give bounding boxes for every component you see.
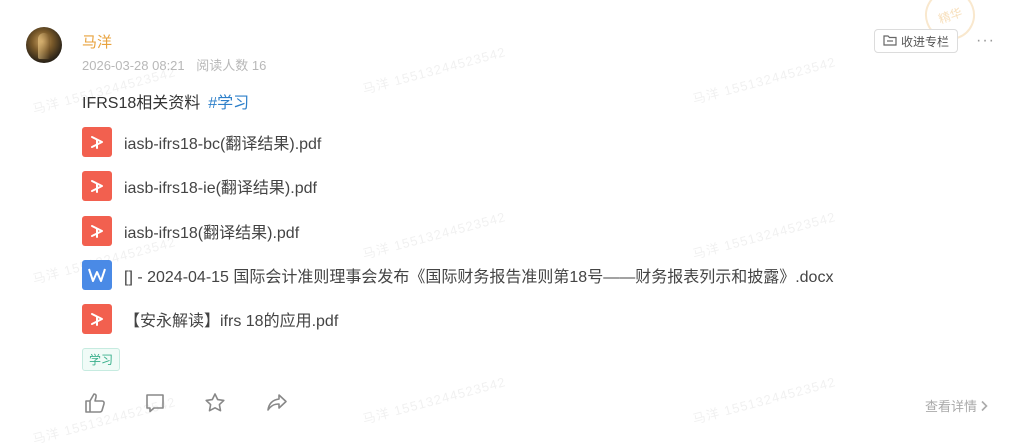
attachment-name[interactable]: iasb-ifrs18-bc(翻译结果).pdf — [124, 130, 321, 154]
watermark: 马洋 15513244523542 — [360, 209, 508, 262]
attachment-item[interactable]: iasb-ifrs18(翻译结果).pdf — [82, 216, 299, 246]
pdf-icon — [82, 127, 112, 157]
attachment-name[interactable]: iasb-ifrs18-ie(翻译结果).pdf — [124, 174, 317, 198]
collect-to-column-button[interactable]: 收进专栏 — [874, 29, 959, 53]
attachment-name[interactable]: iasb-ifrs18(翻译结果).pdf — [124, 219, 299, 243]
post-title: IFRS18相关资料 #学习 — [82, 89, 249, 113]
comment-icon — [146, 394, 164, 413]
folder-icon — [883, 34, 897, 49]
attachment-name[interactable]: [] - 2024-04-15 国际会计准则理事会发布《国际财务报告准则第18号… — [124, 263, 833, 287]
attachment-item[interactable]: iasb-ifrs18-bc(翻译结果).pdf — [82, 127, 321, 157]
star-icon — [205, 393, 225, 412]
watermark: 马洋 15513244523542 — [690, 54, 838, 107]
word-doc-icon — [82, 260, 112, 290]
pdf-icon — [82, 216, 112, 246]
attachment-item[interactable]: 【安永解读】ifrs 18的应用.pdf — [82, 304, 338, 334]
attachment-item[interactable]: iasb-ifrs18-ie(翻译结果).pdf — [82, 171, 317, 201]
avatar[interactable] — [26, 27, 62, 63]
topic-tag[interactable]: #学习 — [208, 95, 249, 112]
post-title-text: IFRS18相关资料 — [82, 95, 201, 112]
share-button[interactable] — [264, 390, 290, 416]
chevron-right-icon — [981, 400, 988, 411]
watermark: 马洋 15513244523542 — [360, 374, 508, 427]
pdf-icon — [82, 304, 112, 334]
tag-chip[interactable]: 学习 — [82, 348, 121, 371]
favorite-button[interactable] — [202, 390, 228, 416]
comment-button[interactable] — [142, 390, 168, 416]
author-name[interactable]: 马洋 — [82, 31, 112, 52]
details-label: 查看详情 — [925, 399, 978, 414]
watermark: 马洋 15513244523542 — [360, 44, 508, 97]
thumb-up-icon — [85, 393, 105, 413]
post-date: 2026-03-28 08:21 — [82, 58, 185, 73]
read-count: 阅读人数 16 — [196, 58, 267, 73]
collect-label: 收进专栏 — [901, 34, 950, 49]
share-icon — [267, 394, 287, 411]
more-options-icon[interactable]: ··· — [976, 32, 995, 50]
pdf-icon — [82, 171, 112, 201]
attachment-name[interactable]: 【安永解读】ifrs 18的应用.pdf — [124, 307, 338, 331]
watermark: 马洋 15513244523542 — [690, 374, 838, 427]
view-details-link[interactable]: 查看详情 — [925, 396, 989, 415]
watermark: 马洋 15513244523542 — [690, 209, 838, 262]
attachment-item[interactable]: [] - 2024-04-15 国际会计准则理事会发布《国际财务报告准则第18号… — [82, 260, 833, 290]
post-meta: 2026-03-28 08:21 阅读人数 16 — [82, 55, 266, 74]
like-button[interactable] — [82, 390, 108, 416]
